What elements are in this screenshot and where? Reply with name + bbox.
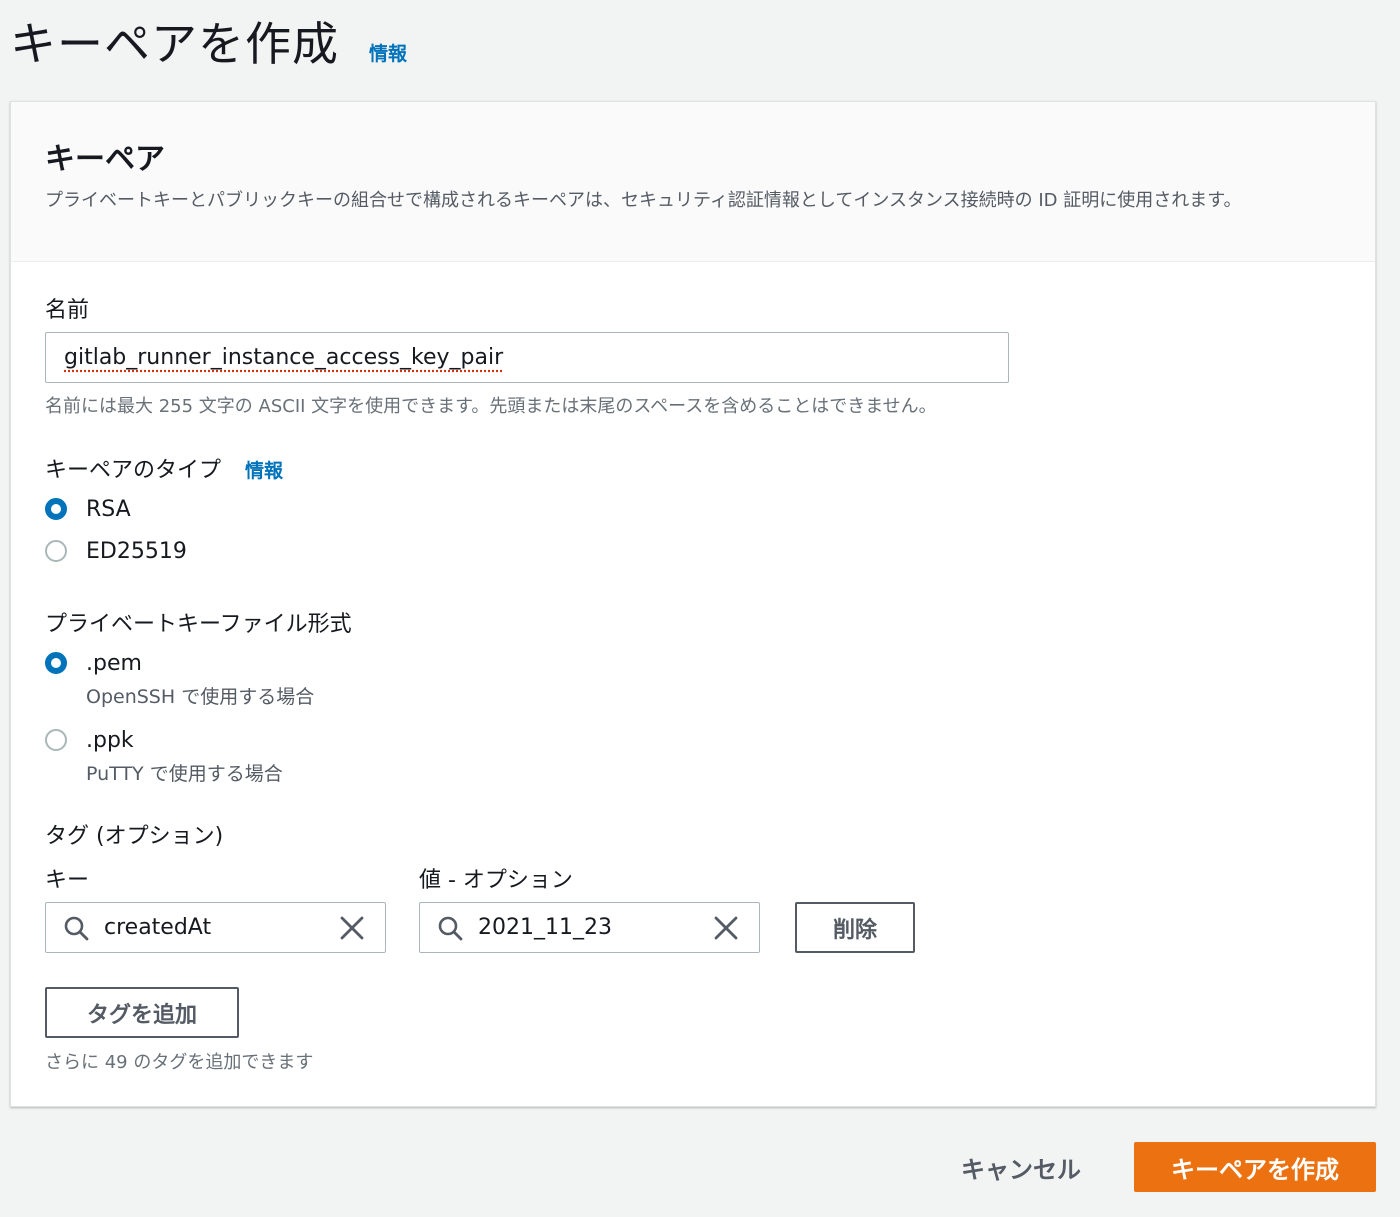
radio-rsa-label: RSA <box>86 497 131 522</box>
radio-pem[interactable]: .pem OpenSSH で使用する場合 <box>45 652 314 709</box>
name-hint: 名前には最大 255 文字の ASCII 文字を使用できます。先頭または末尾のス… <box>45 396 937 417</box>
page-info-link[interactable]: 情報 <box>369 39 407 66</box>
key-type-header: キーペアのタイプ 情報 <box>45 452 283 484</box>
radio-ppk[interactable]: .ppk PuTTY で使用する場合 <box>45 729 283 786</box>
tag-value-input[interactable]: 2021_11_23 <box>419 902 760 953</box>
radio-ppk-label: .ppk <box>86 728 134 753</box>
tag-value-value: 2021_11_23 <box>478 915 612 940</box>
panel-header: キーペア プライベートキーとパブリックキーの組合せで構成されるキーペアは、セキュ… <box>11 102 1375 262</box>
radio-ed25519-label: ED25519 <box>86 539 187 564</box>
tag-key-value: createdAt <box>104 915 212 940</box>
tag-value-label: 値 - オプション <box>419 868 573 893</box>
panel-description: プライベートキーとパブリックキーの組合せで構成されるキーペアは、セキュリティ認証… <box>45 190 1242 211</box>
close-icon[interactable] <box>711 913 741 943</box>
name-label: 名前 <box>45 298 90 323</box>
tag-key-input[interactable]: createdAt <box>45 902 386 953</box>
tags-label: タグ (オプション) <box>45 824 224 849</box>
radio-ppk-description: PuTTY で使用する場合 <box>86 763 283 785</box>
add-tag-button[interactable]: タグを追加 <box>45 987 239 1038</box>
radio-pem-label: .pem <box>86 651 142 676</box>
radio-ppk-button[interactable] <box>45 729 67 751</box>
close-icon[interactable] <box>337 913 367 943</box>
key-type-label: キーペアのタイプ <box>45 458 222 483</box>
create-key-pair-button[interactable]: キーペアを作成 <box>1134 1142 1376 1192</box>
cancel-button[interactable]: キャンセル <box>946 1142 1096 1192</box>
search-icon <box>64 916 89 940</box>
file-format-label: プライベートキーファイル形式 <box>45 612 352 637</box>
radio-rsa[interactable]: RSA <box>45 498 131 522</box>
tags-remaining-hint: さらに 49 のタグを追加できます <box>45 1052 314 1073</box>
search-icon <box>438 916 463 940</box>
panel-title: キーペア <box>45 142 165 177</box>
radio-pem-description: OpenSSH で使用する場合 <box>86 686 315 708</box>
key-type-info-link[interactable]: 情報 <box>245 456 283 483</box>
radio-ed25519[interactable]: ED25519 <box>45 540 187 564</box>
name-input-value: gitlab_runner_instance_access_key_pair <box>64 345 504 370</box>
radio-ed25519-button[interactable] <box>45 540 67 562</box>
radio-pem-button[interactable] <box>45 652 67 674</box>
page-title: キーペアを作成 <box>10 17 339 71</box>
radio-rsa-button[interactable] <box>45 498 67 520</box>
page-header: キーペアを作成 情報 <box>10 8 407 74</box>
key-pair-panel: キーペア プライベートキーとパブリックキーの組合せで構成されるキーペアは、セキュ… <box>10 101 1376 1107</box>
name-input[interactable]: gitlab_runner_instance_access_key_pair <box>45 332 1009 383</box>
remove-tag-button[interactable]: 削除 <box>795 902 915 953</box>
tag-key-label: キー <box>45 868 90 893</box>
